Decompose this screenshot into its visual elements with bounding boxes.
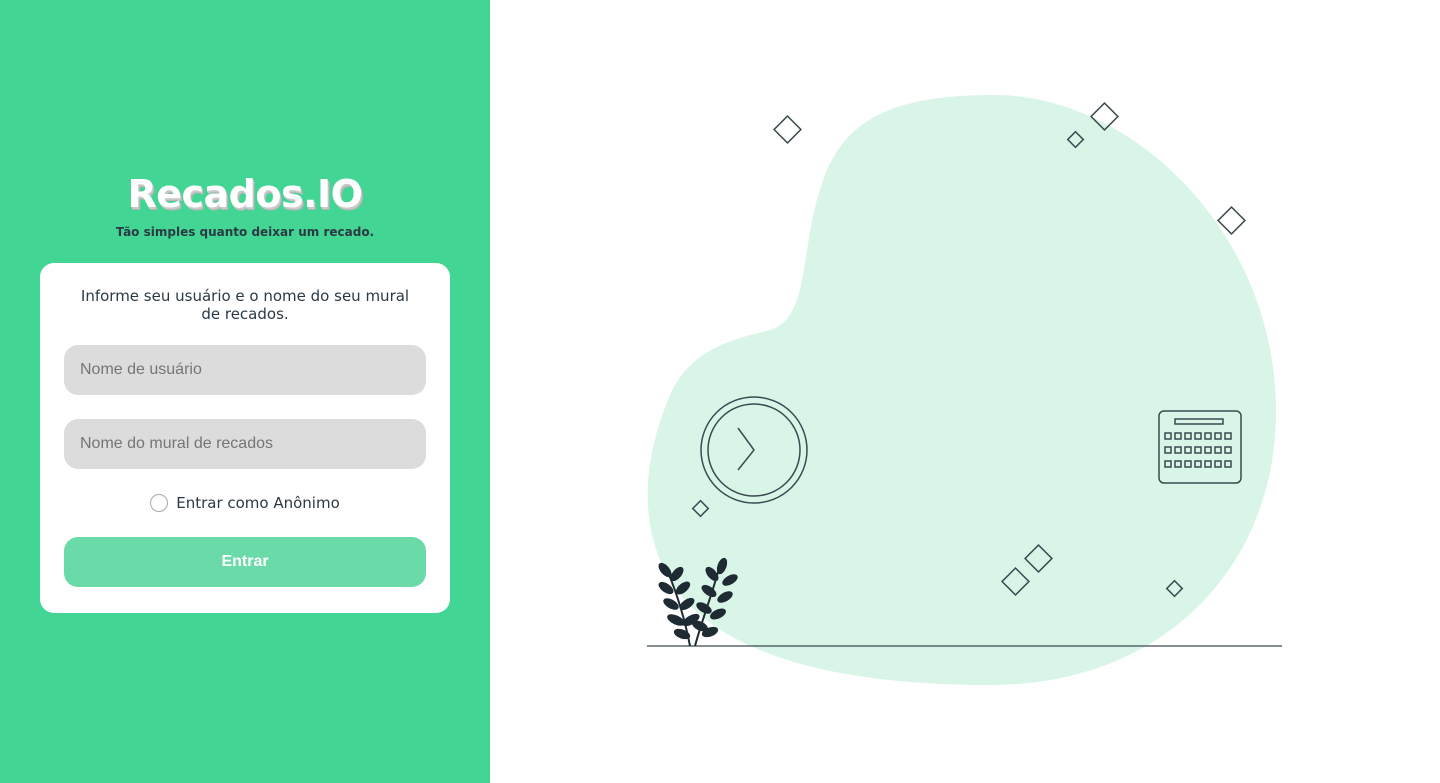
login-card: Informe seu usuário e o nome do seu mura…	[40, 263, 450, 613]
right-panel	[490, 0, 1440, 783]
brand-title: Recados.IO	[127, 172, 363, 216]
diamond-icon	[773, 115, 802, 144]
anonymous-radio[interactable]	[150, 494, 169, 512]
blob-shape	[647, 95, 1277, 685]
anonymous-option[interactable]: Entrar como Anônimo	[64, 489, 426, 517]
hero-illustration	[647, 95, 1282, 685]
login-page: Recados.IO Tão simples quanto deixar um …	[0, 0, 1440, 783]
anonymous-label: Entrar como Anônimo	[176, 494, 340, 512]
mural-name-input[interactable]	[64, 419, 426, 469]
username-input[interactable]	[64, 345, 426, 395]
login-instructions: Informe seu usuário e o nome do seu mura…	[80, 287, 410, 323]
left-panel: Recados.IO Tão simples quanto deixar um …	[0, 0, 490, 783]
diamond-icon	[1217, 206, 1246, 235]
brand-tagline: Tão simples quanto deixar um recado.	[115, 225, 375, 239]
enter-button[interactable]: Entrar	[64, 537, 426, 587]
